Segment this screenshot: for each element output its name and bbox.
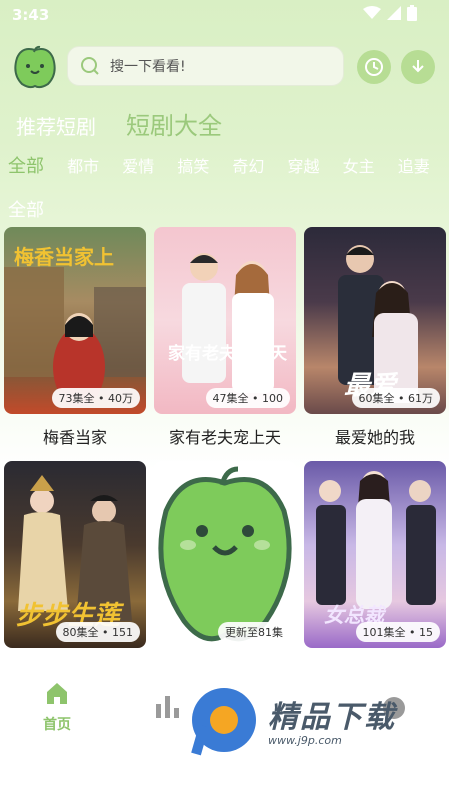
drama-poster[interactable]: 梅香当家上 73集全 • 40万 bbox=[4, 227, 146, 414]
category-female-lead[interactable]: 女主 bbox=[343, 153, 375, 177]
episode-badge: 60集全 • 61万 bbox=[351, 388, 440, 408]
drama-poster[interactable]: 步步生莲 80集全 • 151 bbox=[4, 461, 146, 648]
category-comedy[interactable]: 搞笑 bbox=[177, 153, 209, 177]
category-time-travel[interactable]: 穿越 bbox=[288, 153, 320, 177]
watermark-url: www.j9p.com bbox=[268, 734, 342, 747]
drama-title: 最爱她的我 bbox=[334, 428, 415, 447]
watermark-logo-icon bbox=[191, 688, 256, 756]
search-input[interactable]: 搜一下看看! bbox=[67, 46, 344, 86]
drama-card[interactable]: 更新至81集 bbox=[154, 461, 296, 658]
drama-card[interactable]: 女总裁 101集全 • 15 bbox=[304, 461, 446, 658]
episode-badge: 47集全 • 100 bbox=[205, 388, 290, 408]
category-all[interactable]: 全部 bbox=[8, 152, 44, 178]
status-bar: 3:43 bbox=[0, 0, 449, 32]
category-chase-wife[interactable]: 追妻 bbox=[398, 153, 430, 177]
status-icons bbox=[363, 5, 417, 21]
nav-home-label: 首页 bbox=[43, 717, 71, 733]
drama-title: 梅香当家 bbox=[42, 428, 107, 447]
bar-chart-icon bbox=[156, 696, 179, 718]
download-icon bbox=[412, 60, 424, 73]
poster-caption: 家有老夫宠上天 bbox=[168, 344, 287, 364]
episode-badge: 80集全 • 151 bbox=[55, 622, 140, 642]
poster-art bbox=[182, 253, 274, 393]
drama-title: 家有老夫宠上天 bbox=[168, 428, 281, 447]
category-bar: 全部 都市 爱情 搞笑 奇幻 穿越 女主 追妻 bbox=[8, 152, 449, 180]
watermark: 精品下载 www.j9p.com bbox=[188, 686, 428, 756]
home-icon bbox=[47, 683, 67, 704]
episode-badge: 101集全 • 15 bbox=[355, 622, 440, 642]
episode-badge: 更新至81集 bbox=[218, 622, 290, 642]
poster-caption: 梅香当家上 bbox=[14, 245, 114, 269]
wifi-icon bbox=[363, 6, 381, 19]
episode-badge: 73集全 • 40万 bbox=[51, 388, 140, 408]
tab-recommend[interactable]: 推荐短剧 bbox=[16, 111, 96, 140]
placeholder-logo-icon bbox=[158, 466, 292, 642]
drama-card[interactable]: 步步生莲 80集全 • 151 bbox=[4, 461, 146, 658]
drama-card[interactable]: 梅香当家上 73集全 • 40万 梅香当家 bbox=[4, 227, 146, 448]
download-button[interactable] bbox=[401, 50, 435, 84]
drama-poster[interactable]: 最爱 60集全 • 61万 bbox=[304, 227, 446, 414]
main-tabs: 推荐短剧 短剧大全 bbox=[16, 106, 222, 141]
app-logo-icon bbox=[14, 45, 56, 89]
category-urban[interactable]: 都市 bbox=[67, 153, 99, 177]
nav-home[interactable]: 首页 bbox=[35, 680, 79, 734]
history-button[interactable] bbox=[357, 50, 391, 84]
watermark-brand: 精品下载 bbox=[268, 700, 396, 735]
battery-icon bbox=[407, 5, 417, 21]
search-placeholder: 搜一下看看! bbox=[110, 59, 186, 75]
header: 搜一下看看! bbox=[0, 40, 449, 92]
drama-poster-placeholder[interactable]: 更新至81集 bbox=[154, 461, 296, 648]
drama-poster[interactable]: 女总裁 101集全 • 15 bbox=[304, 461, 446, 648]
section-label: 全部 bbox=[8, 200, 44, 221]
drama-poster[interactable]: 家有老夫宠上天 47集全 • 100 bbox=[154, 227, 296, 414]
drama-card[interactable]: 最爱 60集全 • 61万 最爱她的我 bbox=[304, 227, 446, 448]
category-romance[interactable]: 爱情 bbox=[122, 153, 154, 177]
tab-all-dramas[interactable]: 短剧大全 bbox=[126, 106, 222, 141]
nav-ranking[interactable] bbox=[155, 696, 181, 722]
status-time: 3:43 bbox=[12, 6, 50, 24]
clock-icon bbox=[365, 58, 383, 76]
signal-icon bbox=[387, 6, 401, 20]
search-icon bbox=[81, 57, 99, 75]
category-fantasy[interactable]: 奇幻 bbox=[232, 153, 264, 177]
drama-card[interactable]: 家有老夫宠上天 47集全 • 100 家有老夫宠上天 bbox=[154, 227, 296, 448]
